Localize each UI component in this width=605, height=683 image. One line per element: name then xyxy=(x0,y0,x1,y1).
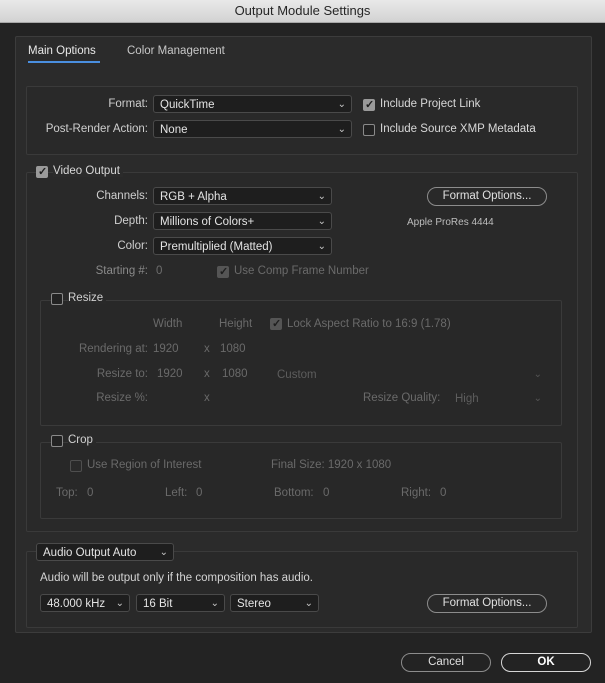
audio-channels-dropdown[interactable]: Stereo ⌄ xyxy=(230,594,319,612)
video-output-label: Video Output xyxy=(53,165,123,177)
lock-aspect-label: Lock Aspect Ratio to 16:9 (1.78) xyxy=(287,318,451,330)
audio-bits-value: 16 Bit xyxy=(143,598,173,610)
depth-label: Depth: xyxy=(114,215,148,227)
resize-to-x: x xyxy=(204,368,210,380)
lock-aspect-checkbox[interactable] xyxy=(270,317,282,330)
depth-dropdown[interactable]: Millions of Colors+ ⌄ xyxy=(153,212,332,230)
audio-format-options-button[interactable]: Format Options... xyxy=(427,594,547,613)
chevron-down-icon: ⌄ xyxy=(337,124,346,135)
crop-left-label: Left: xyxy=(165,487,188,499)
format-label: Format: xyxy=(108,98,148,110)
include-project-link-checkbox[interactable] xyxy=(363,98,375,111)
audio-rate-value: 48.000 kHz xyxy=(47,598,106,610)
post-render-dropdown[interactable]: None ⌄ xyxy=(153,120,352,138)
chevron-down-icon: ⌄ xyxy=(317,241,326,252)
chevron-down-icon: ⌄ xyxy=(115,598,124,609)
use-comp-frame-label: Use Comp Frame Number xyxy=(234,265,369,277)
audio-mode-value: Audio Output Auto xyxy=(43,547,137,559)
chevron-down-icon: ⌄ xyxy=(159,547,168,558)
resize-preset-value: Custom xyxy=(277,369,317,381)
audio-bits-dropdown[interactable]: 16 Bit ⌄ xyxy=(136,594,225,612)
starting-label: Starting #: xyxy=(95,265,148,277)
chevron-down-icon: ⌄ xyxy=(337,99,346,110)
resize-preset-dropdown[interactable]: Custom ⌄ xyxy=(270,365,548,383)
video-output-checkbox[interactable] xyxy=(36,165,48,178)
crop-bottom-value[interactable]: 0 xyxy=(323,487,329,499)
rendering-at-label: Rendering at: xyxy=(78,343,148,355)
channels-value: RGB + Alpha xyxy=(160,191,227,203)
tab-active-indicator xyxy=(28,61,100,63)
starting-value: 0 xyxy=(156,265,163,277)
crop-bottom-label: Bottom: xyxy=(274,487,314,499)
audio-rate-dropdown[interactable]: 48.000 kHz ⌄ xyxy=(40,594,130,612)
format-dropdown[interactable]: QuickTime ⌄ xyxy=(153,95,352,113)
rendering-height: 1080 xyxy=(220,343,246,355)
crop-left-value[interactable]: 0 xyxy=(196,487,202,499)
ok-button[interactable]: OK xyxy=(501,653,591,672)
channels-dropdown[interactable]: RGB + Alpha ⌄ xyxy=(153,187,332,205)
height-header: Height xyxy=(219,318,253,330)
resize-percent-x: x xyxy=(204,392,210,404)
resize-to-width[interactable]: 1920 xyxy=(157,368,183,380)
audio-group xyxy=(26,551,578,628)
post-render-value: None xyxy=(160,124,188,136)
resize-quality-value: High xyxy=(455,393,479,405)
resize-quality-dropdown[interactable]: High ⌄ xyxy=(448,389,548,407)
audio-mode-dropdown[interactable]: Audio Output Auto ⌄ xyxy=(36,543,174,561)
include-project-link-label: Include Project Link xyxy=(380,98,481,110)
crop-top-value[interactable]: 0 xyxy=(87,487,93,499)
chevron-down-icon: ⌄ xyxy=(210,598,219,609)
roi-checkbox[interactable] xyxy=(70,460,82,472)
crop-right-value[interactable]: 0 xyxy=(440,487,446,499)
resize-percent-label: Resize %: xyxy=(96,392,148,404)
resize-to-label: Resize to: xyxy=(96,368,148,380)
audio-channels-value: Stereo xyxy=(237,598,271,610)
codec-text: Apple ProRes 4444 xyxy=(407,217,494,228)
chevron-down-icon: ⌄ xyxy=(533,393,542,404)
color-label: Color: xyxy=(117,240,148,252)
audio-note: Audio will be output only if the composi… xyxy=(40,572,313,584)
crop-checkbox[interactable] xyxy=(51,435,63,447)
chevron-down-icon: ⌄ xyxy=(317,216,326,227)
final-size-text: Final Size: 1920 x 1080 xyxy=(271,459,392,471)
include-xmp-checkbox[interactable] xyxy=(363,124,375,136)
width-header: Width xyxy=(153,318,183,330)
crop-label: Crop xyxy=(68,434,96,446)
chevron-down-icon: ⌄ xyxy=(533,369,542,380)
crop-top-label: Top: xyxy=(56,487,78,499)
color-value: Premultiplied (Matted) xyxy=(160,241,273,253)
post-render-label: Post-Render Action: xyxy=(45,123,148,135)
chevron-down-icon: ⌄ xyxy=(304,598,313,609)
window-title: Output Module Settings xyxy=(0,0,605,23)
color-dropdown[interactable]: Premultiplied (Matted) ⌄ xyxy=(153,237,332,255)
cancel-button[interactable]: Cancel xyxy=(401,653,491,672)
tab-main-options[interactable]: Main Options xyxy=(28,45,96,57)
format-value: QuickTime xyxy=(160,99,215,111)
depth-value: Millions of Colors+ xyxy=(160,216,255,228)
chevron-down-icon: ⌄ xyxy=(317,191,326,202)
resize-quality-label: Resize Quality: xyxy=(363,392,441,404)
crop-group xyxy=(40,442,562,519)
use-comp-frame-checkbox[interactable] xyxy=(217,265,229,278)
channels-label: Channels: xyxy=(96,190,148,202)
resize-to-height[interactable]: 1080 xyxy=(222,368,248,380)
video-format-options-button[interactable]: Format Options... xyxy=(427,187,547,206)
roi-label: Use Region of Interest xyxy=(87,459,202,471)
resize-checkbox[interactable] xyxy=(51,293,63,305)
rendering-width: 1920 xyxy=(153,343,179,355)
include-xmp-label: Include Source XMP Metadata xyxy=(380,123,536,135)
crop-right-label: Right: xyxy=(401,487,432,499)
resize-label: Resize xyxy=(68,292,107,304)
tab-color-management[interactable]: Color Management xyxy=(127,45,225,57)
rendering-x: x xyxy=(204,343,210,355)
